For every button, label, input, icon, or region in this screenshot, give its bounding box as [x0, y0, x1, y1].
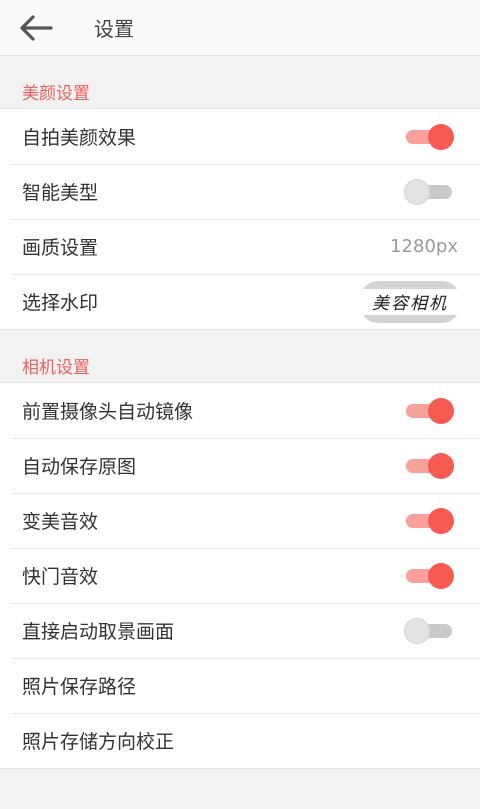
page-title: 设置 — [94, 17, 134, 41]
setting-row-direct-viewfinder[interactable]: 直接启动取景画面 — [0, 603, 480, 658]
setting-label: 照片存储方向校正 — [22, 731, 175, 753]
setting-label: 照片保存路径 — [22, 676, 137, 698]
toggle-knob — [428, 452, 454, 479]
setting-label: 自拍美颜效果 — [22, 127, 137, 149]
setting-row-beauty-sound[interactable]: 变美音效 — [0, 493, 480, 548]
toggle-knob — [428, 123, 454, 150]
section-title-camera: 相机设置 — [22, 358, 90, 378]
setting-row-orientation-fix[interactable]: 照片存储方向校正 — [0, 713, 480, 768]
setting-label: 快门音效 — [22, 566, 99, 588]
smart-shape-toggle[interactable] — [404, 178, 452, 205]
setting-row-front-mirror[interactable]: 前置摄像头自动镜像 — [0, 383, 480, 438]
shutter-sound-toggle[interactable] — [406, 562, 454, 589]
back-arrow-icon — [20, 14, 53, 41]
setting-row-watermark[interactable]: 选择水印 美容相机 — [0, 274, 480, 329]
camera-settings-group: 前置摄像头自动镜像 自动保存原图 变美音效 快门音效 直接启动取景画面 照片保存… — [0, 382, 480, 769]
watermark-text: 美容相机 — [360, 288, 460, 315]
selfie-beauty-toggle[interactable] — [406, 123, 454, 150]
toggle-knob — [428, 507, 454, 534]
toggle-knob — [428, 562, 454, 589]
setting-label: 自动保存原图 — [22, 456, 137, 478]
setting-row-save-path[interactable]: 照片保存路径 — [0, 658, 480, 713]
bottom-spacer — [0, 769, 480, 809]
save-original-toggle[interactable] — [406, 452, 454, 479]
setting-row-smart-shape[interactable]: 智能美型 — [0, 164, 480, 219]
setting-label: 前置摄像头自动镜像 — [22, 401, 194, 423]
setting-label: 画质设置 — [22, 237, 99, 259]
top-bar: 设置 — [0, 0, 480, 56]
toggle-knob — [428, 397, 454, 424]
setting-label: 直接启动取景画面 — [22, 621, 175, 643]
setting-row-selfie-beauty[interactable]: 自拍美颜效果 — [0, 109, 480, 164]
setting-row-image-quality[interactable]: 画质设置 1280px — [0, 219, 480, 274]
watermark-preview[interactable]: 美容相机 — [360, 280, 460, 323]
setting-label: 变美音效 — [22, 511, 99, 533]
image-quality-value: 1280px — [390, 236, 458, 257]
back-button[interactable] — [16, 8, 56, 48]
toggle-knob — [404, 178, 430, 205]
section-title-beauty: 美颜设置 — [22, 84, 90, 104]
setting-row-shutter-sound[interactable]: 快门音效 — [0, 548, 480, 603]
toggle-knob — [404, 617, 430, 644]
beauty-settings-group: 自拍美颜效果 智能美型 画质设置 1280px 选择水印 美容相机 — [0, 108, 480, 330]
direct-viewfinder-toggle[interactable] — [404, 617, 452, 644]
setting-row-save-original[interactable]: 自动保存原图 — [0, 438, 480, 493]
setting-label: 选择水印 — [22, 292, 99, 314]
setting-label: 智能美型 — [22, 182, 99, 204]
beauty-sound-toggle[interactable] — [406, 507, 454, 534]
front-mirror-toggle[interactable] — [406, 397, 454, 424]
